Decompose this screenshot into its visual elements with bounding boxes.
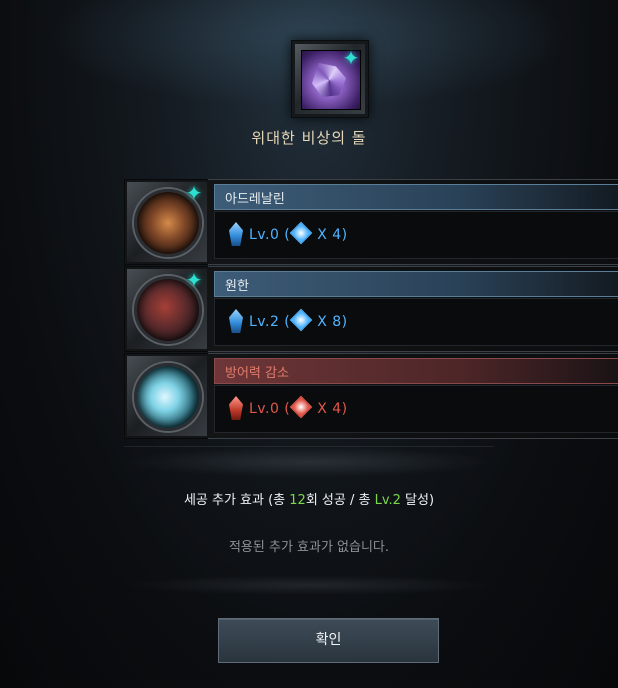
- socket-star-icon: ✦: [185, 268, 203, 292]
- ability-level: Lv.2 ( X 8): [249, 308, 348, 332]
- blue-facet-icon: [289, 221, 313, 245]
- success-count: 12: [289, 493, 306, 508]
- ability-row: 방어력 감소 Lv.0 ( X 4): [124, 353, 618, 439]
- ability-name: 아드레날린: [225, 192, 285, 207]
- ability-panel: 아드레날린 Lv.0 ( X 4): [208, 179, 618, 265]
- ability-level-row: Lv.0 ( X 4): [214, 385, 618, 433]
- bonus-empty-text: 적용된 추가 효과가 없습니다.: [228, 540, 390, 555]
- ability-orb-frame: ✦: [124, 266, 210, 352]
- ability-panel: 원한 Lv.2 ( X 8): [208, 266, 618, 352]
- ability-level-row: Lv.0 ( X 4): [214, 211, 618, 259]
- stone-icon-frame: ✦: [291, 40, 369, 118]
- red-crystal-icon: [229, 396, 243, 420]
- ability-header: 원한: [214, 271, 618, 297]
- ability-panel: 방어력 감소 Lv.0 ( X 4): [208, 353, 618, 439]
- confirm-button[interactable]: 확인: [218, 618, 439, 663]
- red-facet-icon: [289, 395, 313, 419]
- ability-name: 원한: [225, 279, 249, 294]
- blue-facet-icon: [289, 308, 313, 332]
- stone-title: 위대한 비상의 돌: [251, 129, 367, 147]
- blue-crystal-icon: [229, 222, 243, 246]
- socket-star-icon: ✦: [342, 46, 360, 70]
- ability-row: ✦ 원한 Lv.2 ( X 8): [124, 266, 618, 352]
- ability-level: Lv.0 ( X 4): [249, 395, 348, 419]
- ability-level: Lv.0 ( X 4): [249, 221, 348, 245]
- ability-header: 아드레날린: [214, 184, 618, 210]
- bonus-title: 세공 추가 효과 (총 12회 성공 / 총 Lv.2 달성): [183, 493, 435, 508]
- ability-name: 방어력 감소: [225, 366, 289, 381]
- bonus-level: Lv.2: [374, 493, 401, 508]
- defense-reduction-orb-icon: [134, 363, 202, 431]
- ability-level-row: Lv.2 ( X 8): [214, 298, 618, 346]
- ability-row: ✦ 아드레날린 Lv.0 ( X 4): [124, 179, 618, 265]
- blue-crystal-icon: [229, 309, 243, 333]
- ability-orb-frame: ✦: [124, 179, 210, 265]
- ability-header: 방어력 감소: [214, 358, 618, 384]
- bottom-ornament: [124, 575, 494, 595]
- divider-ornament: [124, 446, 494, 477]
- socket-star-icon: ✦: [185, 181, 203, 205]
- ability-orb-frame: [124, 353, 210, 439]
